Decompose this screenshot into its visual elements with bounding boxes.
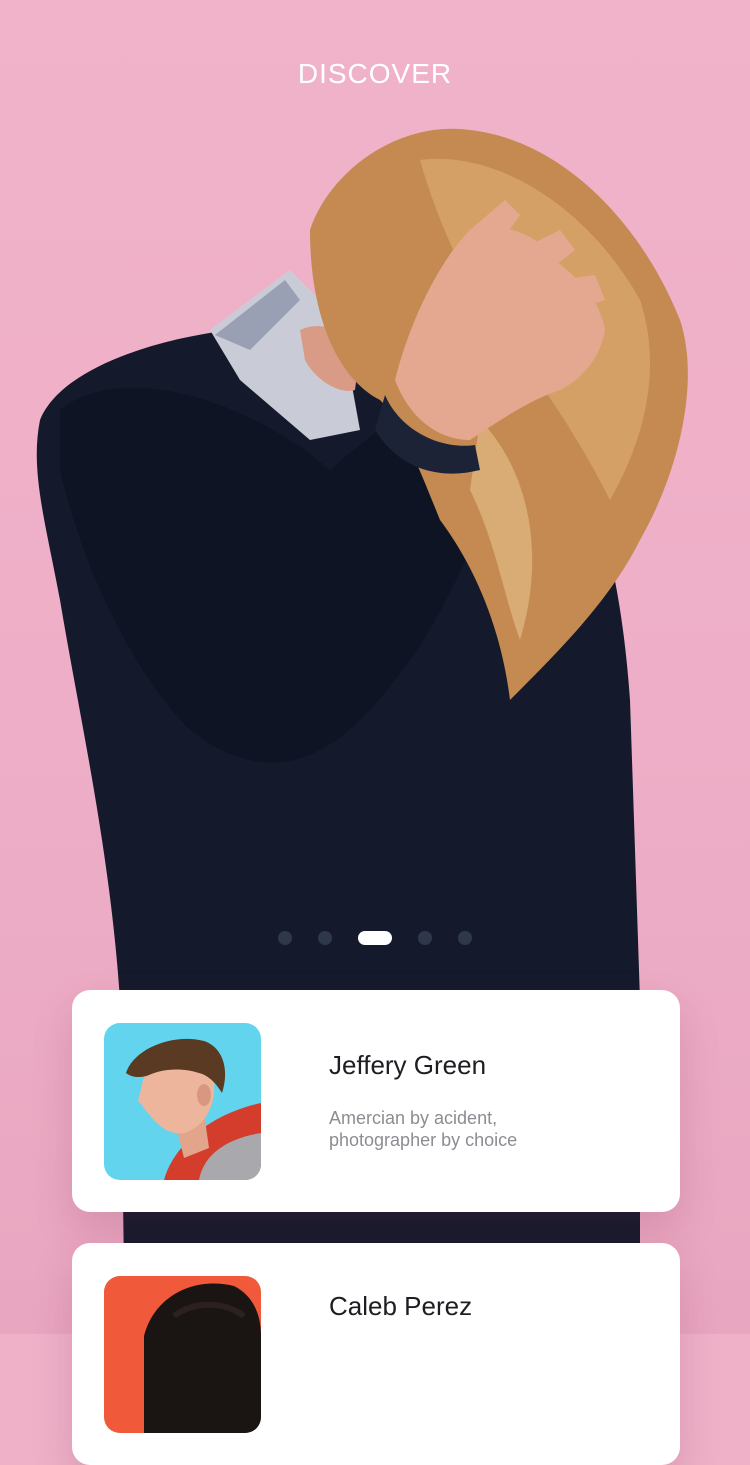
avatar[interactable] [104,1023,261,1180]
avatar-illustration [104,1276,261,1433]
page-dot-1[interactable] [278,931,292,945]
avatar-illustration [104,1023,261,1180]
profile-name: Jeffery Green [329,1050,487,1080]
profile-bio-line-2: photographer by choice [329,1130,518,1150]
profile-bio: Amercian by acident, photographer by cho… [329,1107,649,1151]
page-dot-3-active[interactable] [358,931,392,945]
profile-card[interactable]: Jeffery Green Amercian by acident, photo… [72,990,680,1212]
avatar[interactable] [104,1276,261,1433]
page-indicator [0,930,750,946]
profile-name: Caleb Perez [329,1291,473,1321]
profile-bio-line-1: Amercian by acident, [329,1108,498,1128]
page-dot-5[interactable] [458,931,472,945]
page-title: DISCOVER [297,58,453,89]
page-dot-4[interactable] [418,931,432,945]
profile-card[interactable]: Caleb Perez [72,1243,680,1465]
page-dot-2[interactable] [318,931,332,945]
